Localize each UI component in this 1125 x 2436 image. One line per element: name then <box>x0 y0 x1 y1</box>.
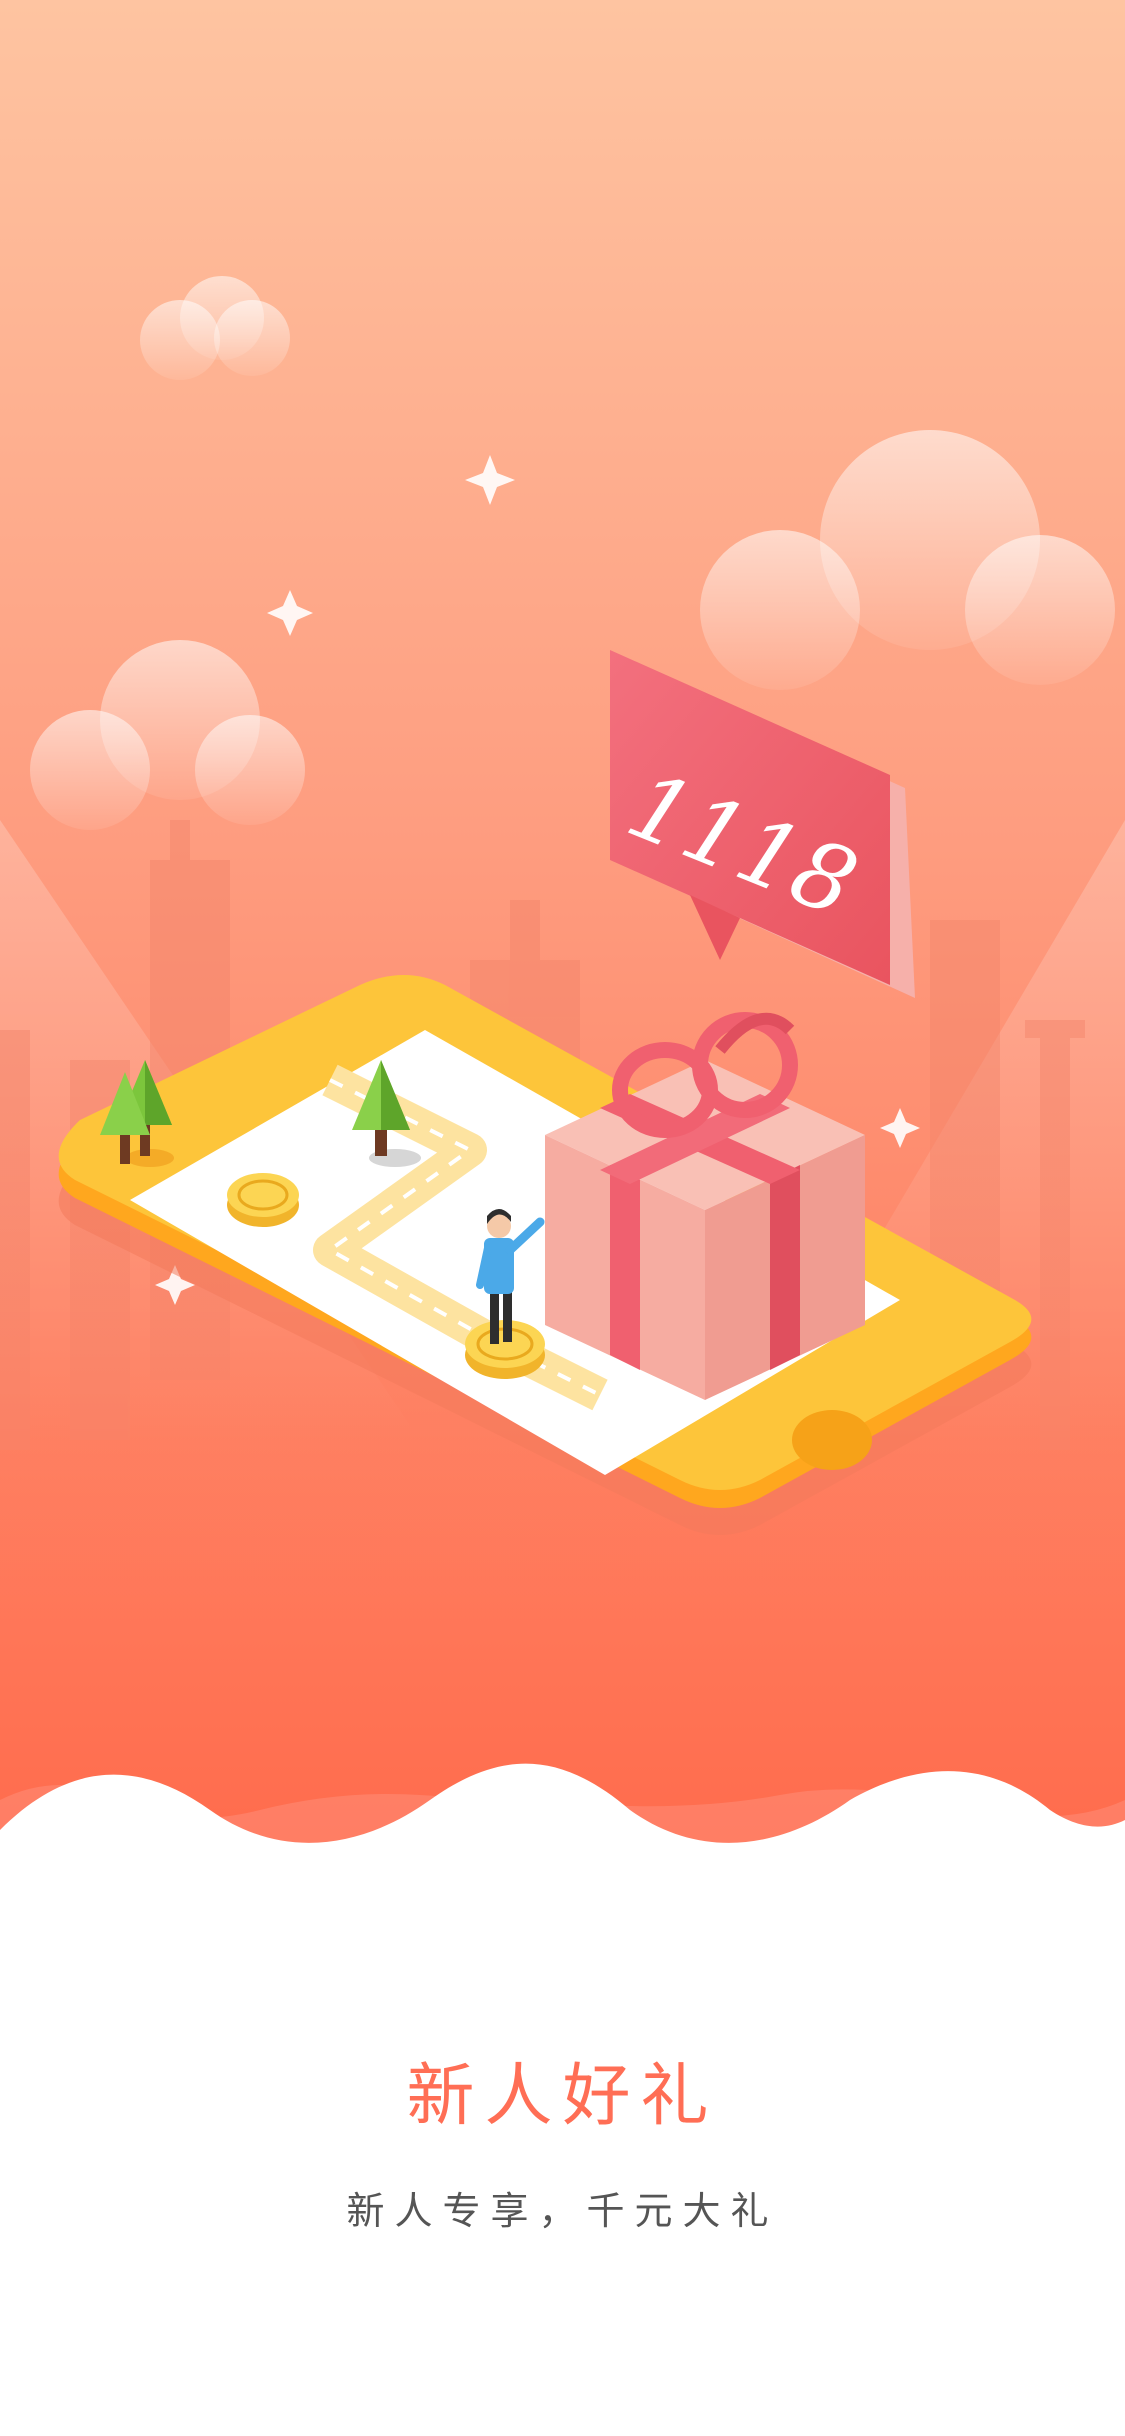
coin-icon <box>227 1173 299 1227</box>
hero-illustration: 1118 <box>0 0 1125 1880</box>
page-title: 新人好礼 <box>406 2057 719 2136</box>
onboarding-screen: 1118 新人好礼 新人专享，千元大礼 <box>0 0 1125 2436</box>
page-subtitle: 新人专享，千元大礼 <box>346 2189 779 2233</box>
